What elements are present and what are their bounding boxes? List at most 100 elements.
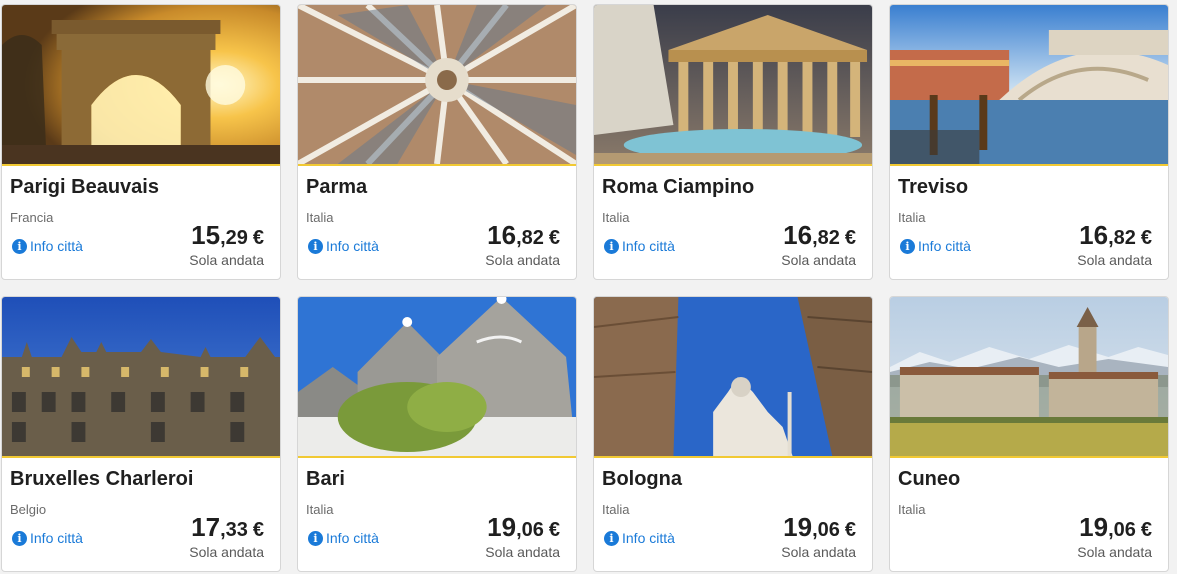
- info-circle-icon: i: [900, 238, 915, 254]
- city-name[interactable]: Parma: [306, 176, 367, 199]
- price: 16,82 €: [487, 220, 560, 251]
- destination-card[interactable]: Bruxelles Charleroi Belgio i Info città …: [1, 296, 281, 572]
- city-info-label: Info città: [622, 238, 675, 254]
- info-circle-icon: i: [12, 238, 27, 254]
- city-info-label: Info città: [30, 530, 83, 546]
- price-decimal: ,33: [220, 519, 248, 541]
- country-name: Italia: [602, 210, 630, 225]
- trip-type: Sola andata: [485, 252, 560, 268]
- destination-photo[interactable]: [2, 297, 280, 458]
- price: 16,82 €: [1079, 220, 1152, 251]
- country-name: Francia: [10, 210, 54, 225]
- price: 19,06 €: [1079, 512, 1152, 543]
- price: 19,06 €: [487, 512, 560, 543]
- city-info-label: Info città: [326, 530, 379, 546]
- price: 19,06 €: [783, 512, 856, 543]
- card-body: Cuneo Italia 19,06 € Sola andata: [890, 458, 1168, 571]
- city-info-link[interactable]: i Info città: [604, 238, 675, 254]
- city-name[interactable]: Bari: [306, 468, 345, 491]
- price-integer: 19: [487, 512, 517, 542]
- price-currency: €: [548, 227, 560, 249]
- price: 17,33 €: [191, 512, 264, 543]
- city-name[interactable]: Roma Ciampino: [602, 176, 754, 199]
- trip-type: Sola andata: [485, 544, 560, 560]
- city-info-label: Info città: [30, 238, 83, 254]
- destination-card[interactable]: Bologna Italia i Info città 19,06 € Sola …: [593, 296, 873, 572]
- destination-card[interactable]: Parma Italia i Info città 16,82 € Sola an…: [297, 4, 577, 280]
- price-currency: €: [844, 519, 856, 541]
- price-decimal: ,29: [220, 227, 248, 249]
- city-info-link[interactable]: i Info città: [12, 238, 83, 254]
- destination-grid: Parigi Beauvais Francia i Info città 15,…: [1, 4, 1177, 572]
- destination-card[interactable]: Treviso Italia i Info città 16,82 € Sola …: [889, 4, 1169, 280]
- price-currency: €: [252, 519, 264, 541]
- city-info-link[interactable]: i Info città: [308, 530, 379, 546]
- price-decimal: ,82: [812, 227, 840, 249]
- price-decimal: ,06: [516, 519, 544, 541]
- price-integer: 17: [191, 512, 221, 542]
- card-body: Bari Italia i Info città 19,06 € Sola and…: [298, 458, 576, 571]
- card-body: Roma Ciampino Italia i Info città 16,82 €…: [594, 166, 872, 279]
- destination-photo[interactable]: [890, 5, 1168, 166]
- price-currency: €: [548, 519, 560, 541]
- price-integer: 15: [191, 220, 221, 250]
- card-body: Parma Italia i Info città 16,82 € Sola an…: [298, 166, 576, 279]
- city-info-link[interactable]: i Info città: [900, 238, 971, 254]
- info-circle-icon: i: [604, 238, 619, 254]
- price-decimal: ,82: [516, 227, 544, 249]
- price: 15,29 €: [191, 220, 264, 251]
- country-name: Italia: [602, 502, 630, 517]
- country-name: Italia: [306, 210, 334, 225]
- price-currency: €: [1140, 519, 1152, 541]
- info-circle-icon: i: [308, 238, 323, 254]
- price-decimal: ,06: [1108, 519, 1136, 541]
- price-currency: €: [1140, 227, 1152, 249]
- city-name[interactable]: Bruxelles Charleroi: [10, 468, 193, 491]
- card-body: Parigi Beauvais Francia i Info città 15,…: [2, 166, 280, 279]
- country-name: Italia: [898, 502, 926, 517]
- price-decimal: ,82: [1108, 227, 1136, 249]
- destination-photo[interactable]: [594, 5, 872, 166]
- city-info-link[interactable]: i Info città: [308, 238, 379, 254]
- price-integer: 19: [1079, 512, 1109, 542]
- destination-photo[interactable]: [2, 5, 280, 166]
- destination-photo[interactable]: [594, 297, 872, 458]
- city-info-link[interactable]: i Info città: [12, 530, 83, 546]
- city-info-link[interactable]: i Info città: [604, 530, 675, 546]
- price-integer: 16: [1079, 220, 1109, 250]
- trip-type: Sola andata: [189, 252, 264, 268]
- card-body: Treviso Italia i Info città 16,82 € Sola …: [890, 166, 1168, 279]
- trip-type: Sola andata: [781, 544, 856, 560]
- price-integer: 16: [487, 220, 517, 250]
- destination-photo[interactable]: [298, 5, 576, 166]
- price-currency: €: [252, 227, 264, 249]
- country-name: Italia: [898, 210, 926, 225]
- destination-card[interactable]: Parigi Beauvais Francia i Info città 15,…: [1, 4, 281, 280]
- price-integer: 16: [783, 220, 813, 250]
- city-name[interactable]: Parigi Beauvais: [10, 176, 159, 199]
- country-name: Belgio: [10, 502, 47, 517]
- card-body: Bruxelles Charleroi Belgio i Info città …: [2, 458, 280, 571]
- country-name: Italia: [306, 502, 334, 517]
- city-name[interactable]: Cuneo: [898, 468, 960, 491]
- trip-type: Sola andata: [189, 544, 264, 560]
- card-body: Bologna Italia i Info città 19,06 € Sola …: [594, 458, 872, 571]
- destination-photo[interactable]: [890, 297, 1168, 458]
- info-circle-icon: i: [604, 530, 619, 546]
- destination-photo[interactable]: [298, 297, 576, 458]
- price-integer: 19: [783, 512, 813, 542]
- city-name[interactable]: Bologna: [602, 468, 682, 491]
- price-currency: €: [844, 227, 856, 249]
- destination-card[interactable]: Cuneo Italia 19,06 € Sola andata: [889, 296, 1169, 572]
- trip-type: Sola andata: [1077, 252, 1152, 268]
- city-info-label: Info città: [622, 530, 675, 546]
- trip-type: Sola andata: [781, 252, 856, 268]
- destination-card[interactable]: Bari Italia i Info città 19,06 € Sola and…: [297, 296, 577, 572]
- info-circle-icon: i: [308, 530, 323, 546]
- city-info-label: Info città: [326, 238, 379, 254]
- city-name[interactable]: Treviso: [898, 176, 968, 199]
- price-decimal: ,06: [812, 519, 840, 541]
- price: 16,82 €: [783, 220, 856, 251]
- info-circle-icon: i: [12, 530, 27, 546]
- destination-card[interactable]: Roma Ciampino Italia i Info città 16,82 €…: [593, 4, 873, 280]
